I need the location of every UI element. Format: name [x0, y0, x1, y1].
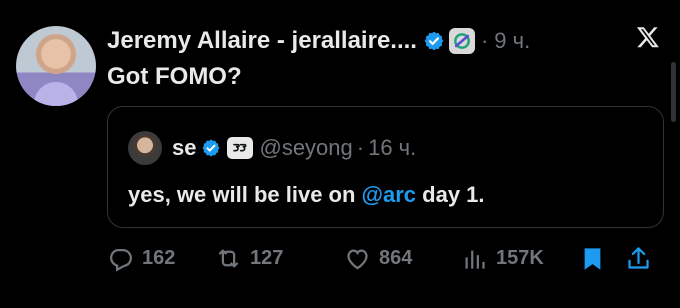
reply-icon — [110, 248, 132, 272]
view-count: 157K — [496, 246, 544, 269]
views-button[interactable]: 157K — [461, 243, 544, 273]
post-time[interactable]: 9 ч. — [494, 28, 530, 54]
heart-icon — [347, 248, 368, 269]
author-avatar[interactable] — [16, 26, 96, 106]
quoted-post-time[interactable]: 16 ч. — [368, 135, 416, 161]
quoted-time-separator: · — [356, 135, 365, 160]
share-icon — [628, 246, 649, 269]
bookmark-button[interactable] — [579, 243, 606, 273]
analytics-icon — [465, 250, 485, 269]
quoted-author-avatar[interactable] — [128, 131, 162, 165]
circle-affiliate-icon[interactable] — [448, 28, 475, 54]
post-text: Got FOMO? — [107, 63, 242, 90]
quoted-post[interactable]: se @seyong · 16 ч. yes, we will be live … — [107, 106, 664, 228]
x-logo-icon[interactable] — [636, 25, 660, 49]
repost-icon — [218, 249, 239, 267]
repost-count: 127 — [250, 246, 284, 269]
like-button[interactable]: 864 — [344, 243, 412, 273]
scrollbar[interactable] — [671, 62, 676, 122]
quoted-post-text: yes, we will be live on @arc day 1. — [128, 182, 485, 208]
quoted-affiliate-logo-icon[interactable] — [227, 137, 254, 159]
quoted-post-header: se @seyong · 16 ч. — [128, 131, 416, 165]
quoted-text-end: day 1. — [416, 182, 485, 207]
repost-button[interactable]: 127 — [215, 243, 283, 273]
post-actions: 162 127 864 157K — [107, 243, 667, 273]
quoted-author-name[interactable]: se — [172, 135, 196, 161]
like-count: 864 — [379, 246, 413, 269]
share-button[interactable] — [625, 243, 652, 273]
time-separator: · — [480, 28, 489, 53]
arc-mention-link[interactable]: @arc — [362, 182, 416, 207]
bookmark-icon — [584, 247, 601, 270]
quoted-verified-badge-icon — [201, 138, 221, 158]
verified-badge-icon — [423, 30, 445, 52]
quoted-text-start: yes, we will be live on — [128, 182, 362, 207]
reply-button[interactable]: 162 — [107, 243, 175, 273]
reply-count: 162 — [142, 246, 176, 269]
post-header: Jeremy Allaire - jerallaire.... · 9 ч. — [107, 25, 585, 57]
quoted-author-handle[interactable]: @seyong — [259, 135, 352, 161]
author-name[interactable]: Jeremy Allaire - jerallaire.... — [107, 27, 417, 55]
